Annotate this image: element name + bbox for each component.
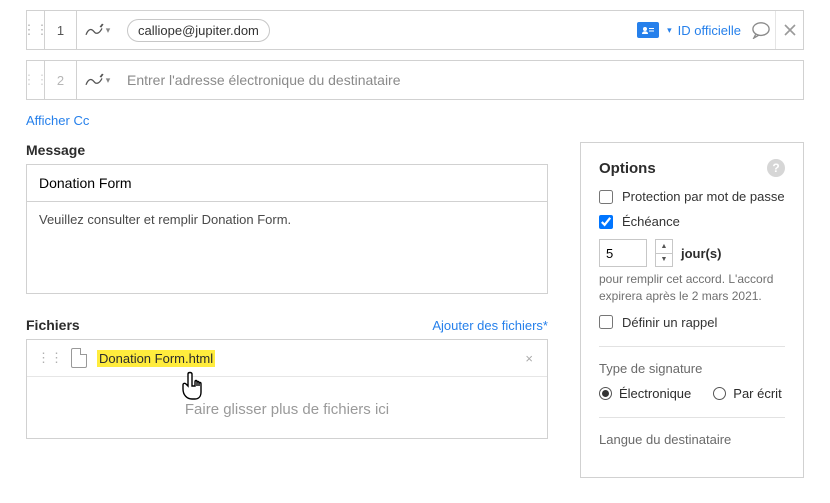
- radio-on-icon: [599, 387, 612, 400]
- options-title: Options: [599, 160, 656, 177]
- remove-file-icon[interactable]: ×: [521, 351, 537, 366]
- help-icon[interactable]: ?: [767, 159, 785, 177]
- radio-off-icon: [713, 387, 726, 400]
- remove-recipient-icon[interactable]: [775, 11, 803, 49]
- deadline-checkbox[interactable]: [599, 215, 613, 229]
- message-label: Message: [26, 142, 548, 158]
- step-down-icon[interactable]: ▼: [656, 254, 672, 267]
- signature-type-label: Type de signature: [599, 361, 785, 376]
- recipient-number: 1: [45, 11, 77, 49]
- pointer-cursor-icon: [179, 371, 205, 401]
- recipient-row: ⋮⋮ 2 ▾: [26, 60, 804, 100]
- chevron-down-icon: ▾: [106, 75, 111, 86]
- reminder-checkbox[interactable]: [599, 315, 613, 329]
- drag-handle-icon[interactable]: ⋮⋮: [27, 11, 45, 49]
- pen-icon: [84, 22, 104, 38]
- files-label: Fichiers: [26, 317, 80, 333]
- id-label: ID officielle: [678, 23, 741, 38]
- add-files-link[interactable]: Ajouter des fichiers*: [432, 318, 548, 333]
- recipient-language-label: Langue du destinataire: [599, 432, 785, 447]
- private-message-icon[interactable]: [747, 11, 775, 49]
- step-up-icon[interactable]: ▲: [656, 240, 672, 254]
- drag-handle-icon[interactable]: ⋮⋮: [37, 350, 63, 366]
- password-protect-option[interactable]: Protection par mot de passe: [599, 189, 785, 204]
- recipient-number: 2: [45, 61, 77, 99]
- subject-input[interactable]: [26, 164, 548, 202]
- deadline-days-input[interactable]: [599, 239, 647, 267]
- recipient-email-input[interactable]: [127, 61, 793, 99]
- role-selector[interactable]: ▾: [77, 61, 117, 99]
- drag-handle-icon[interactable]: ⋮⋮: [27, 61, 45, 99]
- message-body-input[interactable]: Veuillez consulter et remplir Donation F…: [26, 202, 548, 294]
- deadline-option[interactable]: Échéance: [599, 214, 785, 229]
- recipient-chip[interactable]: calliope@jupiter.dom: [127, 19, 270, 42]
- password-checkbox[interactable]: [599, 190, 613, 204]
- id-verification-selector[interactable]: ▾ ID officielle: [637, 11, 747, 49]
- file-name[interactable]: Donation Form.html: [97, 351, 521, 366]
- file-row: ⋮⋮ Donation Form.html ×: [27, 340, 547, 377]
- signature-written-option[interactable]: Par écrit: [713, 386, 781, 401]
- deadline-hint: pour remplir cet accord. L'accord expire…: [599, 271, 785, 305]
- file-dropzone[interactable]: Faire glisser plus de fichiers ici: [27, 377, 547, 438]
- file-icon: [71, 348, 87, 368]
- chevron-down-icon: ▾: [667, 25, 672, 36]
- days-unit: jour(s): [681, 246, 721, 261]
- deadline-stepper[interactable]: ▲ ▼: [655, 239, 673, 267]
- pen-icon: [84, 72, 104, 88]
- recipient-row: ⋮⋮ 1 ▾ calliope@jupiter.dom ▾ ID officie…: [26, 10, 804, 50]
- id-card-icon: [637, 22, 659, 38]
- role-selector[interactable]: ▾: [77, 11, 117, 49]
- files-box: ⋮⋮ Donation Form.html × Faire glisser pl…: [26, 339, 548, 439]
- options-panel: Options ? Protection par mot de passe Éc…: [580, 142, 804, 478]
- show-cc-link[interactable]: Afficher Cc: [26, 113, 89, 128]
- chevron-down-icon: ▾: [106, 25, 111, 36]
- signature-electronic-option[interactable]: Électronique: [599, 386, 691, 401]
- reminder-option[interactable]: Définir un rappel: [599, 315, 785, 330]
